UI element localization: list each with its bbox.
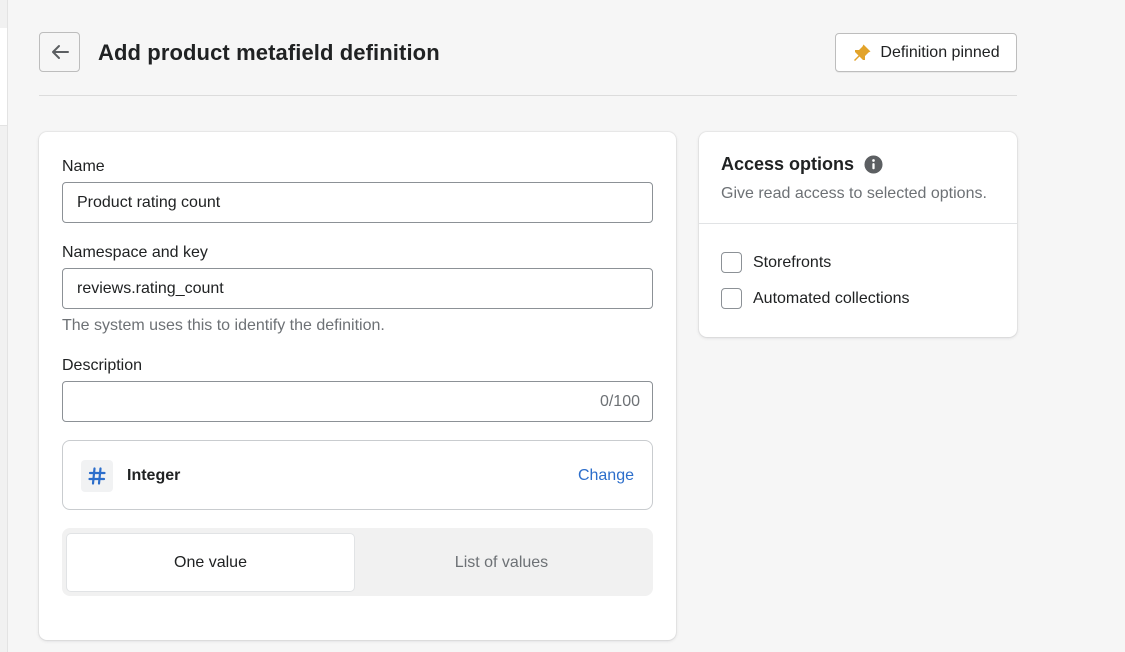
automated-collections-option[interactable]: Automated collections — [721, 288, 910, 309]
page-header: Add product metafield definition Definit… — [39, 32, 1017, 96]
storefronts-label: Storefronts — [753, 253, 832, 271]
name-input-value: Product rating count — [77, 193, 221, 211]
access-options-card: Access options Give read access to selec… — [699, 132, 1017, 337]
access-options-title-row: Access options — [721, 154, 883, 175]
description-input[interactable]: 0/100 — [62, 381, 653, 422]
pin-icon — [854, 44, 871, 61]
storefronts-option[interactable]: Storefronts — [721, 252, 831, 273]
automated-collections-checkbox[interactable] — [721, 288, 742, 309]
access-options-subtitle: Give read access to selected options. — [721, 185, 987, 202]
name-label: Name — [62, 158, 105, 175]
definition-pinned-label: Definition pinned — [880, 43, 1000, 61]
name-input[interactable]: Product rating count — [62, 182, 653, 223]
one-value-option[interactable]: One value — [67, 534, 354, 591]
automated-collections-label: Automated collections — [753, 289, 910, 307]
value-mode-toggle: One value List of values — [62, 528, 653, 596]
namespace-key-value: reviews.rating_count — [77, 279, 224, 297]
definition-form-card: Name Product rating count Namespace and … — [39, 132, 676, 640]
hashtag-icon — [81, 460, 113, 492]
left-nav-edge-panel — [0, 28, 8, 126]
description-label: Description — [62, 357, 143, 374]
list-of-values-option[interactable]: List of values — [354, 534, 649, 591]
namespace-label: Namespace and key — [62, 244, 208, 261]
type-name: Integer — [127, 467, 181, 484]
back-button[interactable] — [39, 32, 80, 72]
info-icon[interactable] — [864, 155, 883, 174]
namespace-key-input[interactable]: reviews.rating_count — [62, 268, 653, 309]
definition-pinned-button[interactable]: Definition pinned — [835, 33, 1017, 72]
page: Add product metafield definition Definit… — [0, 0, 1125, 652]
arrow-left-icon — [51, 45, 69, 59]
page-title: Add product metafield definition — [98, 40, 440, 65]
type-selector: Integer Change — [62, 440, 653, 510]
description-char-count: 0/100 — [599, 392, 640, 410]
storefronts-checkbox[interactable] — [721, 252, 742, 273]
access-options-title: Access options — [721, 154, 855, 174]
divider — [699, 223, 1017, 224]
change-type-link[interactable]: Change — [578, 467, 634, 485]
namespace-help-text: The system uses this to identify the def… — [62, 317, 385, 334]
